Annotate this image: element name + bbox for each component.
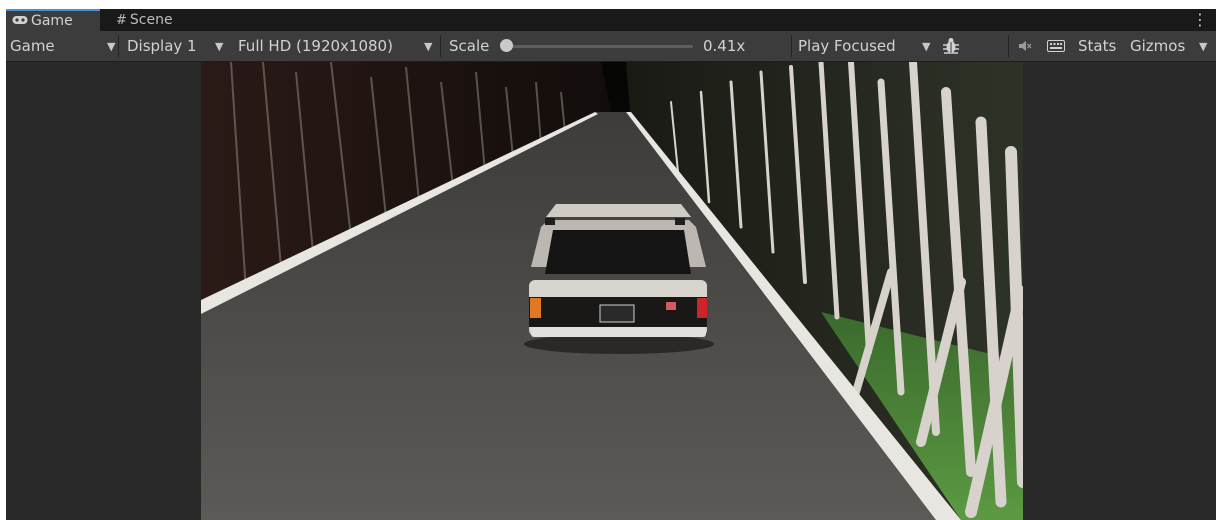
- game-render: [201, 62, 1023, 520]
- mode-dropdown[interactable]: Game ▼: [10, 31, 120, 61]
- chevron-down-icon: ▼: [922, 39, 931, 53]
- gamepad-icon: [12, 14, 28, 29]
- scale-slider-track[interactable]: [503, 45, 693, 48]
- keyboard-icon[interactable]: [1047, 31, 1065, 61]
- display-dropdown-label: Display 1: [127, 37, 197, 55]
- resolution-dropdown-label: Full HD (1920x1080): [238, 37, 393, 55]
- mute-audio-icon[interactable]: [1018, 31, 1032, 61]
- toolbar-divider: [440, 35, 441, 57]
- tab-bar: Game # Scene ⋮: [6, 9, 1216, 31]
- resolution-dropdown[interactable]: Full HD (1920x1080) ▼: [238, 31, 438, 61]
- play-mode-label: Play Focused: [798, 37, 896, 55]
- chevron-down-icon: ▼: [107, 39, 116, 53]
- hash-icon: #: [116, 12, 127, 28]
- tab-scene[interactable]: # Scene: [110, 9, 200, 31]
- game-view-window: Game # Scene ⋮ Game ▼ Display 1 ▼ Full H…: [6, 9, 1216, 520]
- viewport-letterbox-right: [1023, 62, 1216, 520]
- game-viewport[interactable]: [201, 62, 1023, 520]
- toolbar-divider: [1008, 35, 1009, 57]
- display-dropdown[interactable]: Display 1 ▼: [127, 31, 237, 61]
- kebab-menu-icon[interactable]: ⋮: [1192, 10, 1208, 29]
- scale-slider-handle[interactable]: [500, 39, 514, 52]
- chevron-down-icon: ▼: [424, 39, 433, 53]
- toolbar-divider: [791, 35, 792, 57]
- chevron-down-icon: ▼: [215, 39, 224, 53]
- gizmos-dropdown[interactable]: Gizmos ▼: [1130, 31, 1210, 61]
- viewport-letterbox-left: [6, 62, 201, 520]
- scale-value: 0.41x: [703, 37, 746, 55]
- mode-dropdown-label: Game: [10, 37, 55, 55]
- toolbar-divider: [118, 35, 119, 57]
- game-toolbar: Game ▼ Display 1 ▼ Full HD (1920x1080) ▼…: [6, 31, 1216, 62]
- play-mode-dropdown[interactable]: Play Focused ▼: [798, 31, 938, 61]
- stats-button[interactable]: Stats: [1078, 31, 1116, 61]
- bug-icon[interactable]: [943, 31, 959, 61]
- chevron-down-icon: ▼: [1199, 39, 1208, 53]
- tab-scene-label: Scene: [129, 12, 173, 28]
- scale-label: Scale: [449, 37, 490, 55]
- gizmos-label: Gizmos: [1130, 37, 1186, 55]
- tab-game[interactable]: Game: [6, 9, 100, 31]
- tab-game-label: Game: [31, 13, 73, 29]
